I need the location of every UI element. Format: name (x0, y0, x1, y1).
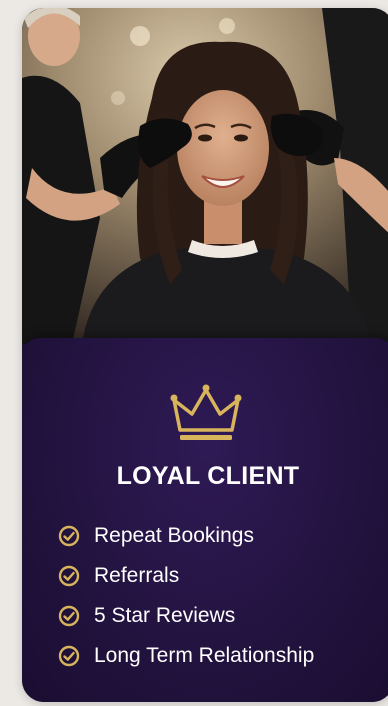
feature-label: Long Term Relationship (94, 644, 315, 667)
loyal-client-card: LOYAL CLIENT Repeat Bookings Referrals 5… (22, 8, 388, 702)
salon-client-photo (22, 8, 388, 344)
loyal-client-panel: LOYAL CLIENT Repeat Bookings Referrals 5… (22, 338, 388, 702)
check-circle-icon (58, 645, 80, 667)
list-item: Referrals (58, 556, 314, 596)
card-title: LOYAL CLIENT (116, 462, 300, 490)
list-item: 5 Star Reviews (58, 596, 314, 636)
list-item: Repeat Bookings (58, 516, 314, 556)
list-item: Long Term Relationship (58, 636, 314, 676)
check-circle-icon (58, 565, 80, 587)
feature-label: Repeat Bookings (94, 524, 254, 547)
check-circle-icon (58, 605, 80, 627)
check-circle-icon (58, 525, 80, 547)
feature-label: Referrals (94, 564, 180, 587)
crown-icon (170, 384, 242, 440)
feature-list: Repeat Bookings Referrals 5 Star Reviews (58, 516, 314, 676)
feature-label: 5 Star Reviews (94, 604, 236, 627)
